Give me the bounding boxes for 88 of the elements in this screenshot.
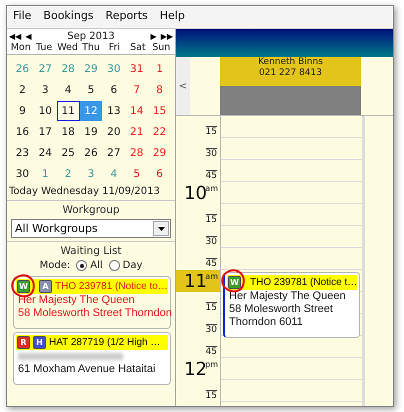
calendar-day[interactable]: 6	[102, 80, 126, 100]
minute-label: 45	[206, 346, 217, 358]
weekday-label: Wed	[56, 42, 79, 53]
first-month-button[interactable]: ◀◀	[9, 32, 22, 40]
category-badge: W	[17, 280, 30, 293]
calendar-day[interactable]: 23	[11, 143, 34, 163]
last-month-button[interactable]: ▶▶	[160, 32, 173, 40]
calendar-day[interactable]: 21	[125, 122, 148, 142]
calendar-day[interactable]: 9	[11, 101, 34, 121]
weekday-label: Fri	[108, 42, 122, 53]
month-label: Sep 2013	[66, 30, 116, 42]
calendar-day[interactable]: 5	[80, 80, 102, 100]
calendar-day[interactable]: 5	[125, 164, 148, 184]
minute-label: 30	[206, 324, 217, 336]
calendar-day[interactable]: 3	[34, 80, 57, 100]
workgroup-dropdown[interactable]: All Workgroups	[11, 219, 171, 238]
calendar-day[interactable]: 16	[11, 122, 34, 142]
section-title: Workgroup	[62, 204, 120, 216]
calendar-day[interactable]: 20	[102, 122, 126, 142]
next-month-button[interactable]: ▶	[150, 32, 157, 40]
calendar-day[interactable]: 30	[11, 164, 34, 184]
minute-label: 30	[206, 236, 217, 248]
calendar-day[interactable]: 7	[125, 80, 148, 100]
meridiem-label: pm	[205, 360, 218, 369]
calendar-day[interactable]: 6	[148, 164, 171, 184]
minute-label: 15	[206, 214, 217, 226]
minute-label: 30	[206, 148, 217, 160]
calendar-day[interactable]: 17	[34, 122, 57, 142]
job-detail: Her Majesty The Queen	[228, 290, 347, 303]
hour-label: 10	[184, 184, 207, 204]
job-detail: Thorndon 6011	[228, 316, 304, 329]
calendar-day[interactable]: 4	[56, 80, 80, 100]
calendar-day[interactable]: 28	[125, 143, 148, 163]
job-detail: 61 Moxham Avenue Hataitai	[17, 363, 156, 376]
calendar-day[interactable]: 22	[148, 122, 171, 142]
job-title: THO 239781 (Notice t…	[250, 277, 358, 288]
minute-label: 15	[206, 126, 217, 138]
minute-label: 15	[206, 302, 217, 314]
mode-label: Mode:	[40, 260, 70, 271]
job-detail: 58 Molesworth Street	[228, 303, 334, 316]
calendar-day[interactable]: 24	[34, 143, 57, 163]
calendar-day[interactable]: 10	[34, 101, 57, 121]
dropdown-arrow-icon	[158, 226, 164, 230]
mode-radio[interactable]: All	[76, 260, 103, 271]
today-label[interactable]: Today Wednesday 11/09/2013	[7, 184, 175, 200]
weekday-label: Tue	[35, 42, 54, 53]
previous-month-button[interactable]: ◀	[25, 32, 32, 40]
job-title: THO 239781 (Notice to…	[55, 281, 168, 292]
category-badge: R	[17, 336, 30, 349]
weekday-label: Sun	[151, 42, 172, 53]
calendar-day[interactable]: 26	[80, 143, 102, 163]
meridiem-label: am	[205, 272, 218, 281]
calendar-day[interactable]: 13	[102, 101, 126, 121]
menu-item[interactable]: File	[13, 9, 32, 25]
calendar-day[interactable]: 18	[56, 122, 80, 142]
job-title: HAT 287719 (1/2 High …	[49, 337, 160, 348]
category-badge: H	[33, 336, 46, 349]
weekday-label: Thu	[81, 42, 101, 53]
calendar-day[interactable]: 31	[125, 59, 148, 79]
menu-item[interactable]: Reports	[106, 9, 148, 25]
scroll-left-button[interactable]: <	[176, 57, 190, 115]
calendar-day[interactable]: 14	[125, 101, 148, 121]
category-badge: A	[39, 280, 52, 293]
mode-radio[interactable]: Day	[108, 260, 142, 271]
calendar-day[interactable]: 27	[102, 143, 126, 163]
hour-label: 11	[184, 272, 207, 292]
weekday-label: Sat	[129, 42, 147, 53]
calendar-day[interactable]: 19	[80, 122, 102, 142]
staff-phone: 021 227 8413	[259, 68, 322, 79]
staff-name: Kenneth Binns	[258, 57, 323, 68]
calendar-day[interactable]: 15	[148, 101, 171, 121]
category-badge: W	[228, 276, 241, 289]
waiting-list-card[interactable]: R H HAT 287719 (1/2 High … 61 Moxham Avenue Hataitai	[13, 332, 171, 385]
section-title: Waiting List	[60, 245, 122, 257]
calendar-day[interactable]: 29	[148, 143, 171, 163]
menu-item[interactable]: Bookings	[43, 9, 94, 25]
calendar-day[interactable]: 1	[148, 59, 171, 79]
calendar-day[interactable]: 25	[56, 143, 80, 163]
calendar-day[interactable]: 2	[11, 80, 34, 100]
menu-item[interactable]: Help	[160, 9, 185, 25]
weekday-label: Mon	[10, 42, 32, 53]
meridiem-label: am	[205, 184, 218, 193]
minute-label: 45	[206, 170, 217, 182]
calendar-day[interactable]: 8	[148, 80, 171, 100]
minute-label: 15	[206, 390, 217, 402]
hour-label: 12	[184, 360, 207, 380]
calendar-day[interactable]: 11	[56, 101, 80, 121]
appointment-card[interactable]: W THO 239781 (Notice t… Her Majesty The Queen 58 Molesworth Street Thorndon 6011	[223, 272, 360, 338]
